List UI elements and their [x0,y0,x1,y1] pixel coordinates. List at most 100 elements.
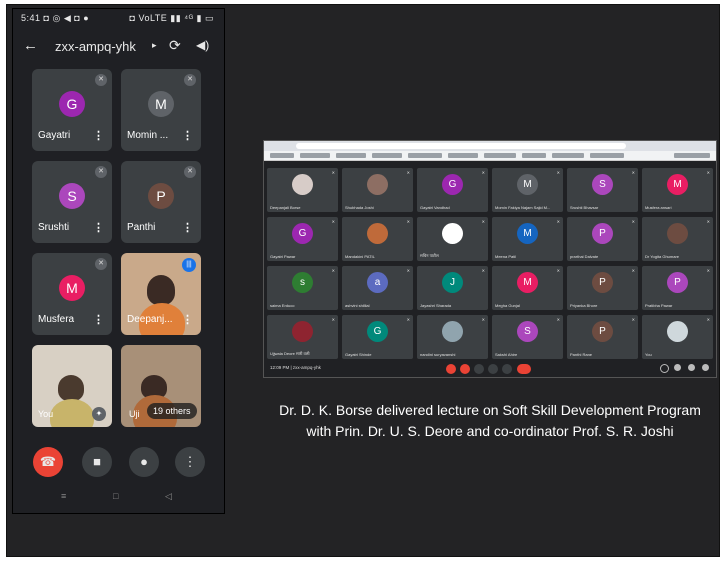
status-icons: ◘ VoLTE ▮▮ ⁴ᴳ ▮ ▭ [129,13,214,23]
participant-photo [442,223,463,244]
bookmark[interactable] [270,153,294,158]
back-arrow-icon[interactable]: ← [23,37,38,54]
present-button[interactable] [488,364,498,374]
participant-name: Meena Patil [495,254,517,259]
participant-photo [367,174,388,195]
mic-icon: ● [140,454,148,469]
bookmark[interactable] [300,153,330,158]
participant-name: prarthai Dalvate [570,254,599,259]
participant-tile[interactable]: S ✕ Sakshi Ahire [492,315,563,359]
camera-off-button[interactable] [460,364,470,374]
participant-tile[interactable]: ✕ nandini suryavanshi [417,315,488,359]
bookmark[interactable] [448,153,478,158]
end-call-button[interactable]: ☎ [33,447,63,477]
participant-tile[interactable]: ✕ Shubhada Joshi [342,168,413,212]
participant-tile[interactable]: ✕ M Musfera ⋮ [32,253,112,335]
participant-video-tile[interactable]: ||| Deepanj... ⋮ [121,253,201,335]
participant-tile[interactable]: M ✕ Meena Patil [492,217,563,261]
participant-tile[interactable]: M ✕ Musfera ansari [642,168,713,212]
participant-name: Gayatri Shinde [345,352,372,357]
bookmark[interactable] [484,153,516,158]
others-count-badge[interactable]: 19 others [147,403,197,419]
participant-tile[interactable]: J ✕ Jayashri Sharada [417,266,488,310]
bookmark[interactable] [674,153,710,158]
participant-tile[interactable]: P ✕ Pratibha Pawar [642,266,713,310]
more-options-icon[interactable]: ⋮ [93,313,104,326]
muted-mic-icon: ✕ [406,317,410,322]
caret-right-icon[interactable]: ▸ [152,40,157,51]
participant-tile[interactable]: M ✕ Momin Fakiya Najam Sajid M... [492,168,563,212]
avatar: M [667,174,688,195]
meeting-header: ← zxx-ampq-yhk ▸ ⟳ ◀) [13,37,224,59]
participant-tile[interactable]: M ✕ Megha Gunjal [492,266,563,310]
captions-button[interactable] [474,364,484,374]
people-icon[interactable] [674,364,681,371]
mic-button[interactable]: ● [129,447,159,477]
avatar: P [592,321,613,342]
camera-button[interactable]: ■ [82,447,112,477]
info-icon[interactable] [660,364,669,373]
participant-tile[interactable]: ✕ Ujjwala Deore सारी वली [267,315,338,359]
bookmark[interactable] [408,153,442,158]
participant-tile[interactable]: ✕ Dr Yogita Ghumare [642,217,713,261]
more-options-icon[interactable]: ⋮ [182,313,193,326]
participant-tile[interactable]: ✕ M Momin ... ⋮ [121,69,201,151]
avatar: S [592,174,613,195]
leave-call-button[interactable] [517,364,531,374]
effects-icon[interactable]: ✦ [92,407,106,421]
participant-tile[interactable]: P ✕ prarthai Dalvate [567,217,638,261]
more-options-icon[interactable]: ⋮ [93,129,104,142]
bookmark[interactable] [522,153,546,158]
recents-icon[interactable]: ≡ [61,491,66,501]
participant-tile[interactable]: a ✕ ashvini shillial [342,266,413,310]
avatar: P [667,272,688,293]
chat-icon[interactable] [688,364,695,371]
nav-back-icon[interactable]: ◁ [165,491,172,502]
participant-tile[interactable]: P ✕ Panthi Rane [567,315,638,359]
participant-tile[interactable]: ✕ G Gayatri ⋮ [32,69,112,151]
more-options-icon[interactable]: ⋮ [182,221,193,234]
participant-name: You [645,352,652,357]
participant-tile[interactable]: G ✕ Gayatri Shinde [342,315,413,359]
home-icon[interactable]: □ [113,491,118,501]
participant-tile[interactable]: ✕ P Panthi ⋮ [121,161,201,243]
mic-off-button[interactable] [446,364,456,374]
bookmark[interactable] [590,153,624,158]
more-button[interactable]: ⋮ [175,447,205,477]
participant-tile[interactable]: ✕ सचिन पाटील [417,217,488,261]
participant-photo [367,223,388,244]
muted-mic-icon: ✕ [631,219,635,224]
participant-tile[interactable]: s ✕ saima Erduco [267,266,338,310]
self-video-tile[interactable]: You ✦ [32,345,112,427]
participant-tile[interactable]: ✕ S Srushti ⋮ [32,161,112,243]
muted-mic-icon: ✕ [331,219,335,224]
address-bar[interactable] [296,143,626,149]
participant-tile[interactable]: S ✕ Srushti Bhavsar [567,168,638,212]
muted-mic-icon: ✕ [706,268,710,273]
participant-tile[interactable]: G ✕ Gayatri Vandhad [417,168,488,212]
participant-tile[interactable]: ✕ Mandakini PATIL [342,217,413,261]
activities-icon[interactable] [702,364,709,371]
more-options-button[interactable] [502,364,512,374]
muted-mic-icon: ✕ [631,317,635,322]
participant-tile[interactable]: G ✕ Gayatri Pawar [267,217,338,261]
meeting-code[interactable]: zxx-ampq-yhk [55,39,136,54]
participant-photo [292,174,313,195]
muted-mic-icon: ✕ [556,219,560,224]
self-video [58,375,84,401]
more-options-icon[interactable]: ⋮ [93,221,104,234]
bookmark[interactable] [552,153,584,158]
flip-camera-icon[interactable]: ⟳ [169,37,181,54]
bookmark[interactable] [336,153,366,158]
browser-tab-bar [264,141,716,151]
participant-video-tile[interactable]: Uji 19 others [121,345,201,427]
participant-tile[interactable]: P ✕ Priyanka Bhore [567,266,638,310]
bookmark[interactable] [372,153,402,158]
participant-name: Srushti [38,222,70,233]
participant-tile[interactable]: ✕ You [642,315,713,359]
speaker-icon[interactable]: ◀) [196,38,209,52]
participant-tile[interactable]: ✕ Deepanjali Borse [267,168,338,212]
participant-name: Megha Gunjal [495,303,520,308]
avatar: G [367,321,388,342]
more-options-icon[interactable]: ⋮ [182,129,193,142]
